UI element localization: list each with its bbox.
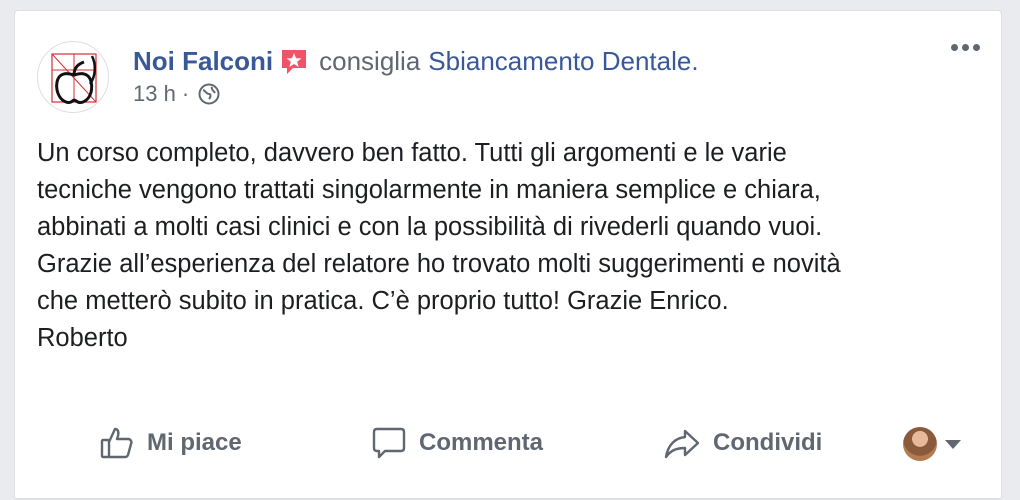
like-label: Mi piace (147, 429, 242, 456)
share-label: Condividi (713, 429, 823, 456)
chevron-down-icon (945, 439, 961, 449)
apple-logo-avatar-icon (51, 53, 97, 105)
post-body-line: che metterò subito in pratica. C’è propr… (37, 287, 729, 315)
recommendation-star-icon (279, 47, 309, 77)
comment-label: Commenta (419, 429, 544, 456)
post-timestamp[interactable]: 13 h (133, 81, 176, 107)
globe-icon[interactable] (197, 82, 221, 106)
post-body-line: Roberto (37, 324, 128, 352)
post-body-line: tecniche vengono trattati singolarmente … (37, 176, 821, 204)
post-header: Noi Falconi consiglia Sbiancamento Denta… (133, 45, 699, 77)
post-meta: 13 h · (133, 81, 221, 107)
more-options-icon[interactable] (945, 33, 985, 61)
comment-button[interactable]: Commenta (371, 421, 543, 465)
share-button[interactable]: Condividi (663, 421, 822, 465)
post-action-bar: Mi piace Commenta Condividi (15, 421, 1001, 465)
post-card: Noi Falconi consiglia Sbiancamento Denta… (14, 10, 1002, 500)
post-body: Un corso completo, davvero ben fatto. Tu… (37, 135, 977, 357)
post-as-selector[interactable] (903, 427, 961, 461)
share-arrow-icon (664, 429, 700, 459)
dot (950, 43, 958, 51)
dot (961, 43, 969, 51)
post-body-line: Grazie all’esperienza del relatore ho tr… (37, 250, 841, 278)
author-name-link[interactable]: Noi Falconi (133, 45, 273, 77)
post-body-line: Un corso completo, davvero ben fatto. Tu… (37, 139, 787, 167)
divider (15, 498, 1001, 499)
thumbs-up-icon (100, 427, 133, 459)
author-avatar[interactable] (37, 41, 109, 113)
like-button[interactable]: Mi piace (99, 421, 242, 465)
meta-separator: · (181, 81, 190, 106)
recommended-page-link[interactable]: Sbiancamento Dentale. (428, 45, 698, 77)
user-avatar (903, 427, 937, 461)
comment-bubble-icon (372, 427, 406, 459)
action-verb: consiglia (319, 46, 421, 76)
dot (972, 43, 980, 51)
post-body-line: abbinati a molti casi clinici e con la p… (37, 213, 823, 241)
